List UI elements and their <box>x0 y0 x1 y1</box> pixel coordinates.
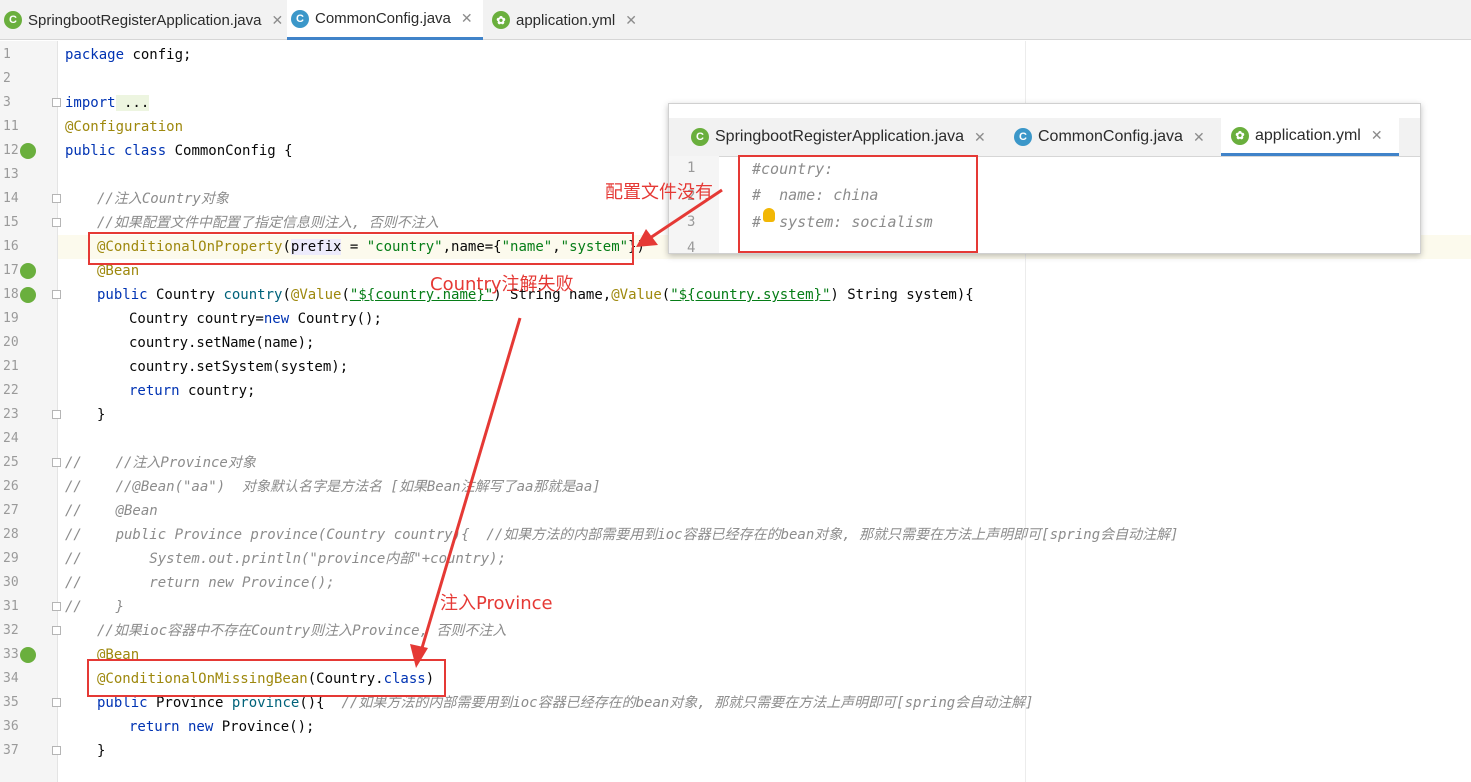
arrow-to-property <box>649 188 723 240</box>
arrow-to-missing-bean <box>420 317 522 649</box>
arrow-head-missing-bean <box>410 644 428 668</box>
arrow-head-property <box>636 229 658 247</box>
annotation-arrows <box>410 188 723 668</box>
